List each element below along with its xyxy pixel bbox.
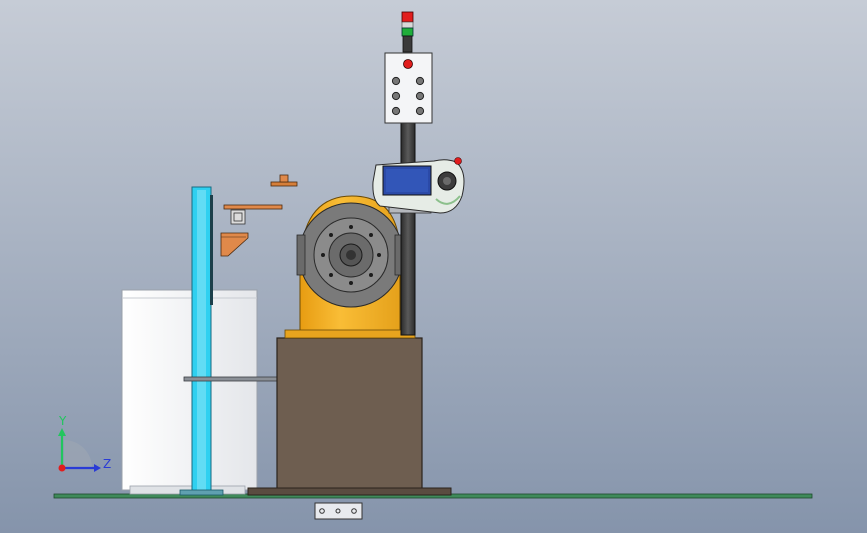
pendant-column[interactable] (400, 121, 416, 336)
floor-mount-plate[interactable] (314, 502, 363, 520)
stack-light[interactable] (401, 11, 414, 53)
y-axis-label: Y (58, 414, 67, 428)
control-button-box[interactable] (384, 52, 433, 124)
control-button-6[interactable] (415, 106, 425, 116)
emergency-stop-button[interactable] (403, 59, 413, 69)
control-button-3[interactable] (391, 91, 401, 101)
x-axis-origin (58, 464, 66, 472)
cad-viewport[interactable]: Y Z (0, 0, 867, 533)
pendant-estop[interactable] (454, 157, 462, 165)
cad-scene[interactable]: Y Z (0, 0, 867, 533)
control-button-1[interactable] (391, 76, 401, 86)
z-axis-label: Z (103, 457, 111, 471)
teach-pendant[interactable] (372, 157, 465, 214)
horizontal-rail[interactable] (183, 376, 280, 382)
electrical-cabinet[interactable] (121, 289, 258, 495)
control-button-4[interactable] (415, 91, 425, 101)
control-button-2[interactable] (415, 76, 425, 86)
control-button-5[interactable] (391, 106, 401, 116)
positioner-base[interactable] (247, 337, 452, 496)
